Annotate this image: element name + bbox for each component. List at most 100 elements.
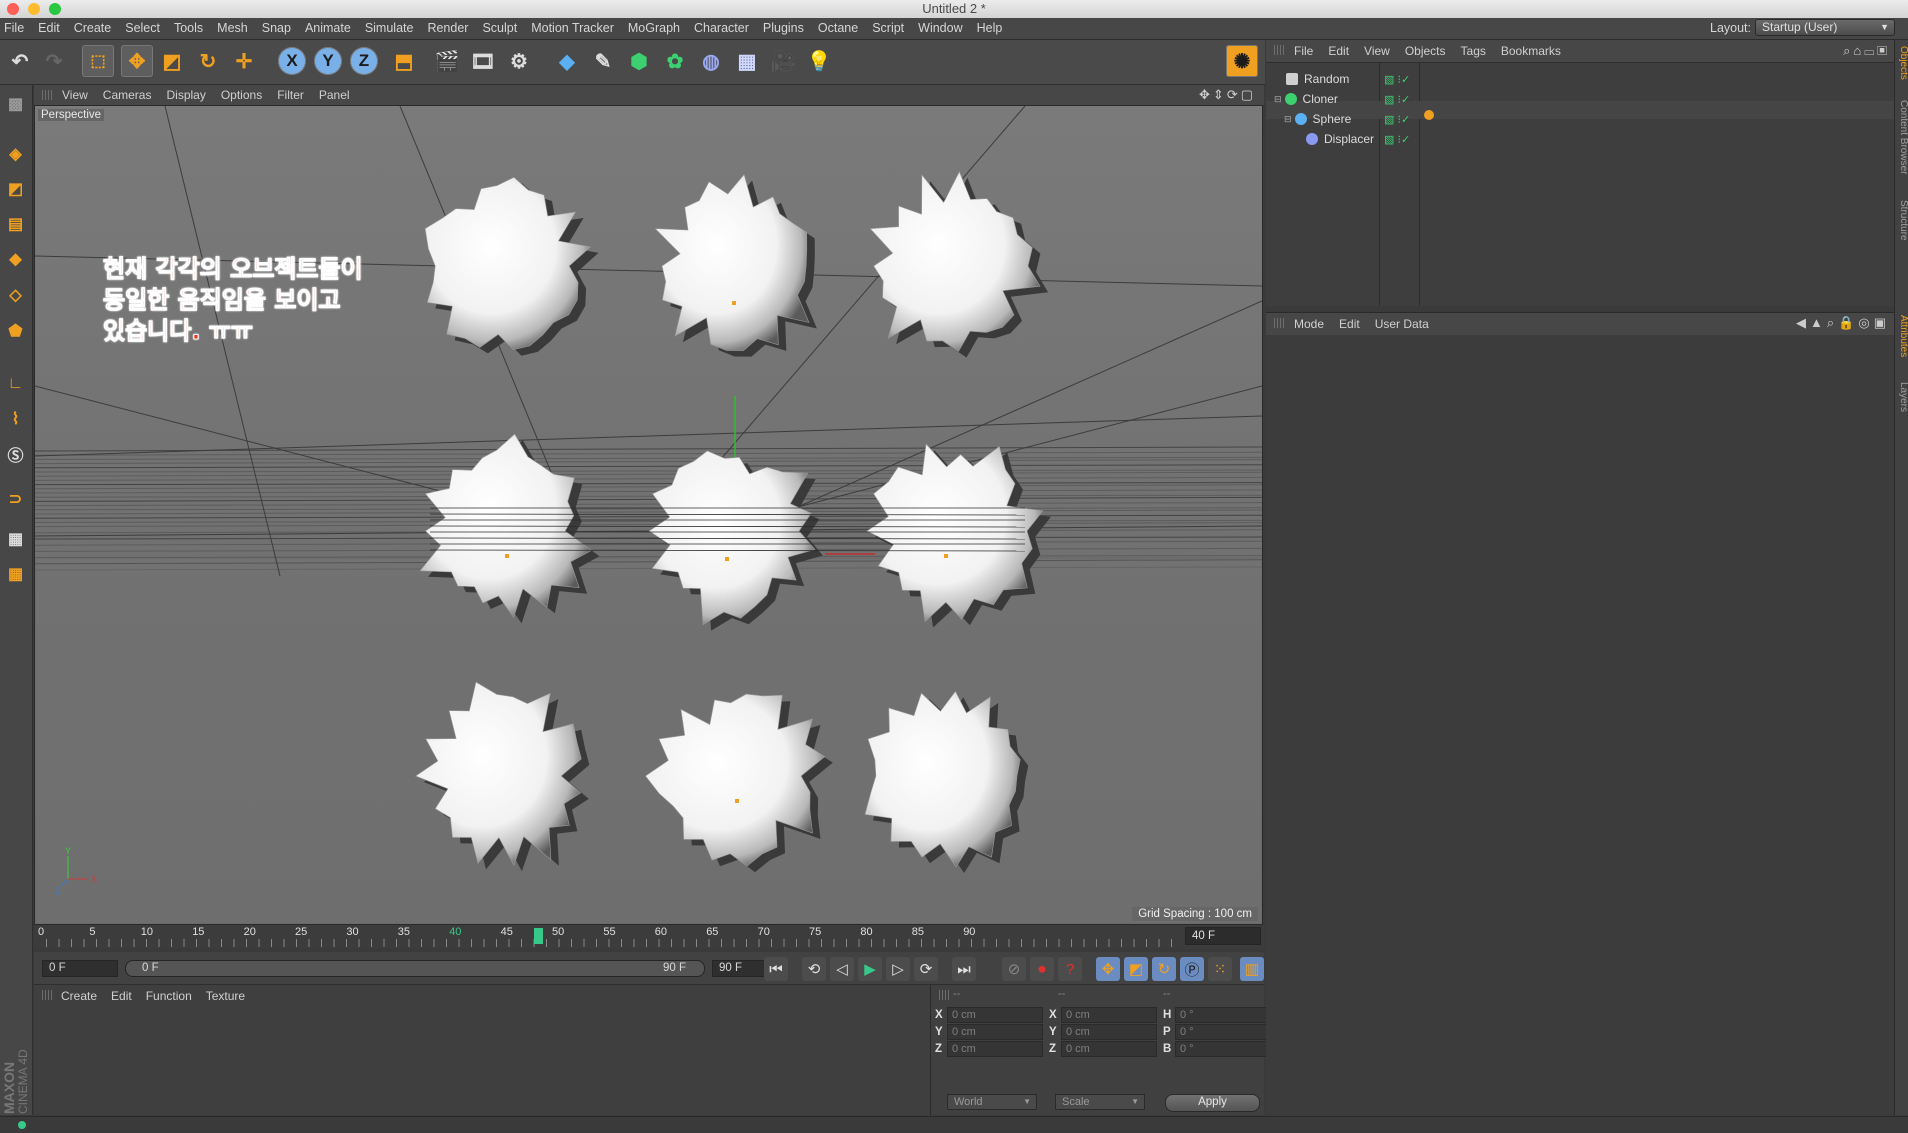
menu-script[interactable]: Script xyxy=(872,21,904,35)
locked-workplane-icon[interactable]: ▦ xyxy=(2,525,29,552)
timeline-ruler[interactable]: 0 5 10 15 20 25 30 35 40 45 50 55 60 65 70 75 80 85 90 40 … xyxy=(34,925,1264,949)
objects-menu-objects[interactable]: Objects xyxy=(1405,44,1446,58)
edges-mode-icon[interactable]: ◇ xyxy=(2,281,29,308)
collapse-icon[interactable]: ⊟ xyxy=(1274,94,1282,105)
scale-mode-dropdown[interactable]: Scale ▼ xyxy=(1055,1094,1145,1110)
snapping-icon[interactable]: ⊃ xyxy=(2,485,29,512)
menu-animate[interactable]: Animate xyxy=(305,21,351,35)
menu-snap[interactable]: Snap xyxy=(262,21,291,35)
viewport-menu-panel[interactable]: Panel xyxy=(319,88,350,102)
previous-key-icon[interactable]: ⟲ xyxy=(802,957,826,981)
tab-attributes[interactable]: Attributes xyxy=(1895,315,1908,357)
viewport-menu-cameras[interactable]: Cameras xyxy=(103,88,152,102)
next-frame-icon[interactable]: ▷ xyxy=(886,957,910,981)
redo-icon[interactable]: ↷ xyxy=(38,45,70,77)
coord-value-field[interactable]: 0 cm xyxy=(1061,1041,1157,1057)
scale-key-icon[interactable]: ◩ xyxy=(1124,957,1148,981)
collapse-icon[interactable]: ⊟ xyxy=(1284,114,1292,125)
rotation-key-icon[interactable]: ↻ xyxy=(1152,957,1176,981)
render-view-icon[interactable]: 🎬 xyxy=(431,45,463,77)
position-key-icon[interactable]: ✥ xyxy=(1096,957,1120,981)
y-axis-lock-button[interactable]: Y xyxy=(314,47,342,75)
subdivision-surface-icon[interactable]: ⬢ xyxy=(623,45,655,77)
menu-create[interactable]: Create xyxy=(74,21,112,35)
tab-objects[interactable]: Objects xyxy=(1895,46,1908,80)
object-cloner[interactable]: ⊟ Cloner xyxy=(1274,90,1338,108)
attributes-menu-edit[interactable]: Edit xyxy=(1339,317,1360,331)
objects-menu-file[interactable]: File xyxy=(1294,44,1313,58)
tab-structure[interactable]: Structure xyxy=(1895,200,1908,241)
parameter-key-icon[interactable]: Ⓟ xyxy=(1180,957,1204,981)
z-axis-lock-button[interactable]: Z xyxy=(350,47,378,75)
coordinate-system-icon[interactable]: ⬒ xyxy=(388,45,420,77)
attributes-menu-mode[interactable]: Mode xyxy=(1294,317,1324,331)
coord-value-field[interactable]: 0 ° xyxy=(1175,1007,1271,1023)
autokey-icon[interactable]: ⏺ xyxy=(1030,957,1054,981)
viewport-menu-filter[interactable]: Filter xyxy=(277,88,304,102)
current-frame-field[interactable]: 40 F xyxy=(1185,927,1261,945)
keyframe-selection-icon[interactable]: ? xyxy=(1058,957,1082,981)
live-selection-icon[interactable]: ⬚ xyxy=(82,45,114,77)
solo-mode-icon[interactable]: Ⓢ xyxy=(2,440,29,467)
menu-simulate[interactable]: Simulate xyxy=(365,21,414,35)
menu-edit[interactable]: Edit xyxy=(38,21,60,35)
axis-mode-icon[interactable]: ∟ xyxy=(2,370,29,397)
objects-menu-bookmarks[interactable]: Bookmarks xyxy=(1501,44,1561,58)
tweak-mode-icon[interactable]: ⌇ xyxy=(2,405,29,432)
menu-render[interactable]: Render xyxy=(427,21,468,35)
coord-value-field[interactable]: 0 cm xyxy=(947,1041,1043,1057)
deformer-icon[interactable]: ◍ xyxy=(695,45,727,77)
menu-sculpt[interactable]: Sculpt xyxy=(482,21,517,35)
model-mode-icon[interactable]: ◈ xyxy=(2,140,29,167)
coord-value-field[interactable]: 0 cm xyxy=(947,1024,1043,1040)
polygons-mode-icon[interactable]: ⬟ xyxy=(2,317,29,344)
tab-layers[interactable]: Layers xyxy=(1895,382,1908,412)
object-sphere[interactable]: ⊟ Sphere xyxy=(1284,110,1351,128)
move-tool-icon[interactable]: ✥ xyxy=(121,45,153,77)
attributes-menu-user-data[interactable]: User Data xyxy=(1375,317,1429,331)
cube-object-icon[interactable]: ◆ xyxy=(551,45,583,77)
menu-octane[interactable]: Octane xyxy=(818,21,858,35)
coordinate-mode-dropdown[interactable]: World ▼ xyxy=(947,1094,1037,1110)
render-settings-icon[interactable]: ⚙ xyxy=(503,45,535,77)
panel-grip-icon[interactable] xyxy=(42,990,53,1000)
displaced-sphere-clone[interactable] xyxy=(654,173,810,351)
material-menu-create[interactable]: Create xyxy=(61,989,97,1003)
record-active-icon[interactable]: ⊘ xyxy=(1002,957,1026,981)
objects-menu-tags[interactable]: Tags xyxy=(1461,44,1486,58)
playhead[interactable] xyxy=(534,928,543,944)
panel-grip-icon[interactable] xyxy=(42,90,53,100)
coord-value-field[interactable]: 0 cm xyxy=(1061,1007,1157,1023)
material-menu-texture[interactable]: Texture xyxy=(206,989,245,1003)
object-manager-tools-icons[interactable]: ⌕⌂▭▣ xyxy=(1843,43,1890,59)
go-to-end-icon[interactable]: ⏭ xyxy=(952,957,976,981)
frame-range-slider[interactable]: 0 F 90 F xyxy=(125,960,705,977)
panel-grip-icon[interactable] xyxy=(1274,318,1285,328)
menu-file[interactable]: File xyxy=(4,21,24,35)
attribute-nav-icons[interactable]: ◀▲⌕🔒◎▣ xyxy=(1796,315,1890,331)
material-menu-function[interactable]: Function xyxy=(146,989,192,1003)
start-frame-field[interactable]: 0 F xyxy=(42,960,118,977)
previous-frame-icon[interactable]: ◁ xyxy=(830,957,854,981)
menu-motion-tracker[interactable]: Motion Tracker xyxy=(531,21,614,35)
menu-select[interactable]: Select xyxy=(125,21,160,35)
menu-tools[interactable]: Tools xyxy=(174,21,203,35)
coord-value-field[interactable]: 0 ° xyxy=(1175,1024,1271,1040)
scale-tool-icon[interactable]: ◩ xyxy=(156,45,188,77)
x-axis-lock-button[interactable]: X xyxy=(278,47,306,75)
points-mode-icon[interactable]: ◆ xyxy=(2,245,29,272)
go-to-start-icon[interactable]: ⏮ xyxy=(764,957,788,981)
object-random[interactable]: Random xyxy=(1286,70,1349,88)
layout-dropdown[interactable]: Startup (User) ▼ xyxy=(1755,19,1895,36)
render-picture-viewer-icon[interactable]: 🎞 xyxy=(467,45,499,77)
planar-workplane-icon[interactable]: ▦ xyxy=(2,560,29,587)
phong-tag-icon[interactable] xyxy=(1424,110,1434,120)
tab-content-browser[interactable]: Content Browser xyxy=(1895,100,1908,174)
viewport-menu-view[interactable]: View xyxy=(62,88,88,102)
material-menu-edit[interactable]: Edit xyxy=(111,989,132,1003)
viewport-menu-display[interactable]: Display xyxy=(166,88,205,102)
apply-button[interactable]: Apply xyxy=(1165,1094,1260,1112)
timeline-window-icon[interactable]: ▥ xyxy=(1240,957,1264,981)
coord-value-field[interactable]: 0 cm xyxy=(947,1007,1043,1023)
cloner-icon[interactable]: ✿ xyxy=(659,45,691,77)
